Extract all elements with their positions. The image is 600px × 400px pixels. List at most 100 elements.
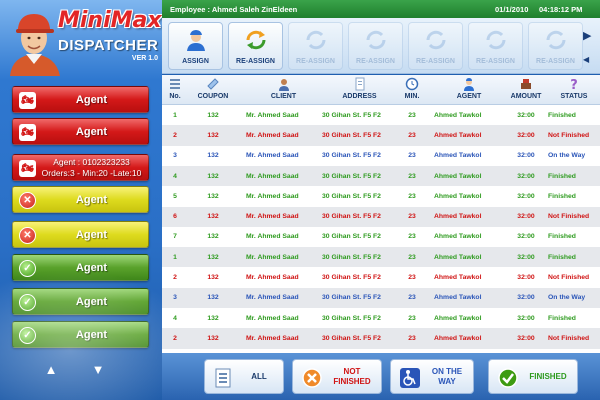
cell-client: Mr. Ahmed Saad xyxy=(246,172,299,180)
cell-client: Mr. Ahmed Saad xyxy=(246,152,299,160)
agent-button-1[interactable]: 🏍︎ Agent xyxy=(12,86,149,113)
cell-status: Not Finished xyxy=(548,334,590,342)
cell-min: 23 xyxy=(408,192,416,200)
reassign-label: RE-ASSIGN xyxy=(476,58,515,65)
filter-all-button[interactable]: ALL xyxy=(204,359,284,394)
assign-button[interactable]: ASSIGN xyxy=(168,22,223,70)
cell-coupon: 132 xyxy=(207,274,219,282)
agent-label: Agent xyxy=(75,261,108,274)
reassign-button-disabled-5: RE-ASSIGN xyxy=(528,22,583,70)
cell-address: 30 Gihan St. F5 F2 xyxy=(322,111,381,119)
cell-client: Mr. Ahmed Saad xyxy=(246,294,299,302)
table-row[interactable]: 1 132 Mr. Ahmed Saad 30 Gihan St. F5 F2 23 Ah… xyxy=(162,105,600,126)
all-orders-icon xyxy=(215,368,231,388)
current-time: 04:18:12 PM xyxy=(539,5,583,14)
cell-no: 3 xyxy=(173,294,177,302)
cell-status: Finished xyxy=(548,192,576,200)
cell-min: 23 xyxy=(408,213,416,221)
assign-label: ASSIGN xyxy=(182,58,209,65)
cell-coupon: 132 xyxy=(207,111,219,119)
agent-button-8[interactable]: ✓ Agent xyxy=(12,321,149,348)
filter-bar: ALL NOT FINISHED ON THE WAY FINISHED xyxy=(162,353,600,400)
agent-button-4[interactable]: ✕ Agent xyxy=(12,186,149,213)
filter-all-label: ALL xyxy=(251,371,267,381)
cell-coupon: 132 xyxy=(207,334,219,342)
cell-coupon: 132 xyxy=(207,253,219,261)
cell-no: 4 xyxy=(173,314,177,322)
x-circle-icon xyxy=(302,368,322,388)
column-min: MIN. xyxy=(400,75,424,105)
app-logo: MiniMax DISPATCHER VER 1.0 xyxy=(58,8,162,62)
column-status: ? STATUS xyxy=(560,78,588,100)
agent-button-6[interactable]: ✓ Agent xyxy=(12,254,149,281)
cell-agent: Ahmed Tawkol xyxy=(434,172,482,180)
cell-agent: Ahmed Tawkol xyxy=(434,274,482,282)
table-row[interactable]: 5 132 Mr. Ahmed Saad 30 Gihan St. F5 F2 23 Ah… xyxy=(162,186,600,207)
table-header: No. COUPON CLIENT ADDRESS MIN. AGENT AMO… xyxy=(162,75,600,105)
cell-client: Mr. Ahmed Saad xyxy=(246,233,299,241)
cell-address: 30 Gihan St. F5 F2 xyxy=(322,233,381,241)
agent-button-2[interactable]: 🏍︎ Agent xyxy=(12,118,149,145)
table-row[interactable]: 6 132 Mr. Ahmed Saad 30 Gihan St. F5 F2 23 Ah… xyxy=(162,206,600,227)
reassign-button-disabled-2: RE-ASSIGN xyxy=(348,22,403,70)
table-row[interactable]: 7 132 Mr. Ahmed Saad 30 Gihan St. F5 F2 23 Ah… xyxy=(162,226,600,248)
scroll-down-icon[interactable]: ▼ xyxy=(90,363,106,376)
table-row[interactable]: 1 132 Mr. Ahmed Saad 30 Gihan St. F5 F2 23 Ah… xyxy=(162,247,600,268)
table-row[interactable]: 2 132 Mr. Ahmed Saad 30 Gihan St. F5 F2 23 Ah… xyxy=(162,125,600,146)
filter-on-the-way-button[interactable]: ON THE WAY xyxy=(390,359,474,394)
cell-client: Mr. Ahmed Saad xyxy=(246,192,299,200)
cell-status: Finished xyxy=(548,233,576,241)
table-row[interactable]: 4 132 Mr. Ahmed Saad 30 Gihan St. F5 F2 23 Ah… xyxy=(162,165,600,187)
cell-amount: 32:00 xyxy=(517,172,535,180)
cell-status: Finished xyxy=(548,314,576,322)
cell-amount: 32:00 xyxy=(517,233,535,241)
cell-amount: 32:00 xyxy=(517,253,535,261)
table-row[interactable]: 3 132 Mr. Ahmed Saad 30 Gihan St. F5 F2 23 Ah… xyxy=(162,287,600,308)
cell-agent: Ahmed Tawkol xyxy=(434,213,482,221)
agent-detail: Agent : 0102323233 Orders:3 - Min:20 -La… xyxy=(39,155,144,180)
x-circle-icon: ✕ xyxy=(19,227,36,244)
cell-client: Mr. Ahmed Saad xyxy=(246,253,299,261)
cell-address: 30 Gihan St. F5 F2 xyxy=(322,274,381,282)
filter-on-the-way-label: ON THE WAY xyxy=(431,366,463,386)
agent-sidebar: MiniMax DISPATCHER VER 1.0 🏍︎ Agent 🏍︎ A… xyxy=(0,0,162,400)
refresh-icon xyxy=(366,30,385,50)
cell-address: 30 Gihan St. F5 F2 xyxy=(322,294,381,302)
cell-client: Mr. Ahmed Saad xyxy=(246,334,299,342)
cell-no: 2 xyxy=(173,334,177,342)
reassign-button-disabled-1: RE-ASSIGN xyxy=(288,22,343,70)
dispatcher-avatar xyxy=(10,14,60,76)
scroll-up-icon[interactable]: ▲ xyxy=(43,363,59,376)
agent-button-5[interactable]: ✕ Agent xyxy=(12,221,149,248)
cell-agent: Ahmed Tawkol xyxy=(434,253,482,261)
cell-address: 30 Gihan St. F5 F2 xyxy=(322,213,381,221)
cell-agent: Ahmed Tawkol xyxy=(434,131,482,139)
cell-coupon: 132 xyxy=(207,213,219,221)
table-row[interactable]: 3 132 Mr. Ahmed Saad 30 Gihan St. F5 F2 23 Ah… xyxy=(162,145,600,166)
cell-status: Not Finished xyxy=(548,213,590,221)
table-row[interactable]: 4 132 Mr. Ahmed Saad 30 Gihan St. F5 F2 23 Ah… xyxy=(162,308,600,329)
cell-amount: 32:00 xyxy=(517,152,535,160)
toolbar-prev-icon[interactable]: ◀ xyxy=(583,54,593,66)
column-no: No. xyxy=(164,75,186,105)
cell-min: 23 xyxy=(408,294,416,302)
table-row[interactable]: 2 132 Mr. Ahmed Saad 30 Gihan St. F5 F2 23 Ah… xyxy=(162,267,600,288)
coupon-icon xyxy=(207,78,219,90)
cell-amount: 32:00 xyxy=(517,192,535,200)
cell-amount: 32:00 xyxy=(517,334,535,342)
cell-agent: Ahmed Tawkol xyxy=(434,152,482,160)
filter-finished-button[interactable]: FINISHED xyxy=(488,359,578,394)
reassign-button[interactable]: RE-ASSIGN xyxy=(228,22,283,70)
cell-coupon: 132 xyxy=(207,172,219,180)
agent-button-7[interactable]: ✓ Agent xyxy=(12,288,149,315)
cell-min: 23 xyxy=(408,111,416,119)
cell-status: Finished xyxy=(548,253,576,261)
filter-not-finished-button[interactable]: NOT FINISHED xyxy=(292,359,382,394)
app-title: DISPATCHER xyxy=(58,37,159,54)
cell-client: Mr. Ahmed Saad xyxy=(246,111,299,119)
toolbar-next-icon[interactable]: ▶ xyxy=(583,30,593,42)
agent-button-3[interactable]: 🏍︎ Agent : 0102323233 Orders:3 - Min:20 … xyxy=(12,154,149,181)
orders-table: No. COUPON CLIENT ADDRESS MIN. AGENT AMO… xyxy=(162,75,600,353)
table-row[interactable]: 2 132 Mr. Ahmed Saad 30 Gihan St. F5 F2 23 Ah… xyxy=(162,328,600,349)
logo-word: MiniMax xyxy=(58,8,162,33)
